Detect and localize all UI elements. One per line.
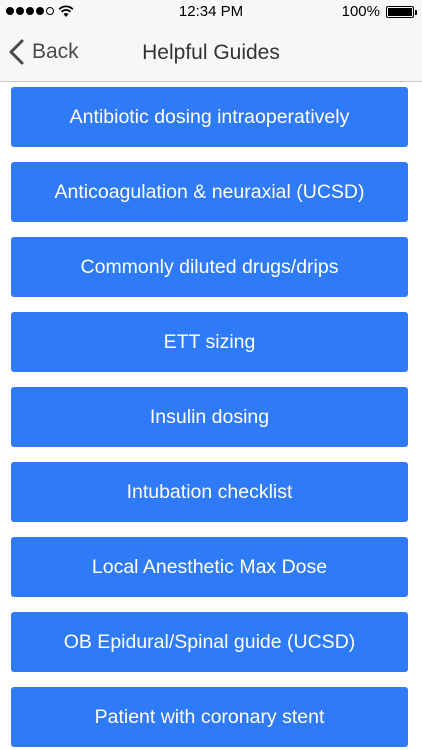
guide-button-anticoagulation-neuraxial[interactable]: Anticoagulation & neuraxial (UCSD) xyxy=(11,162,408,222)
navigation-bar: Back Helpful Guides xyxy=(0,24,422,82)
battery-fill xyxy=(388,8,412,16)
guide-button-insulin-dosing[interactable]: Insulin dosing xyxy=(11,387,408,447)
battery-icon xyxy=(386,6,417,18)
status-bar: 12:34 PM 100% xyxy=(0,0,422,24)
guide-list-container[interactable]: Antibiotic dosing intraoperatively Antic… xyxy=(0,82,422,750)
guide-button-diluted-drugs[interactable]: Commonly diluted drugs/drips xyxy=(11,237,408,297)
guide-button-ett-sizing[interactable]: ETT sizing xyxy=(11,312,408,372)
battery-percent: 100% xyxy=(341,3,380,20)
guide-button-ob-epidural-spinal[interactable]: OB Epidural/Spinal guide (UCSD) xyxy=(11,612,408,672)
guide-button-antibiotic-dosing[interactable]: Antibiotic dosing intraoperatively xyxy=(11,87,408,147)
screen: 12:34 PM 100% Back Helpful Guides Antibi… xyxy=(0,0,422,750)
guide-button-intubation-checklist[interactable]: Intubation checklist xyxy=(11,462,408,522)
guide-button-coronary-stent[interactable]: Patient with coronary stent xyxy=(11,687,408,747)
page-title: Helpful Guides xyxy=(142,41,280,64)
guide-button-local-anesthetic-max-dose[interactable]: Local Anesthetic Max Dose xyxy=(11,537,408,597)
